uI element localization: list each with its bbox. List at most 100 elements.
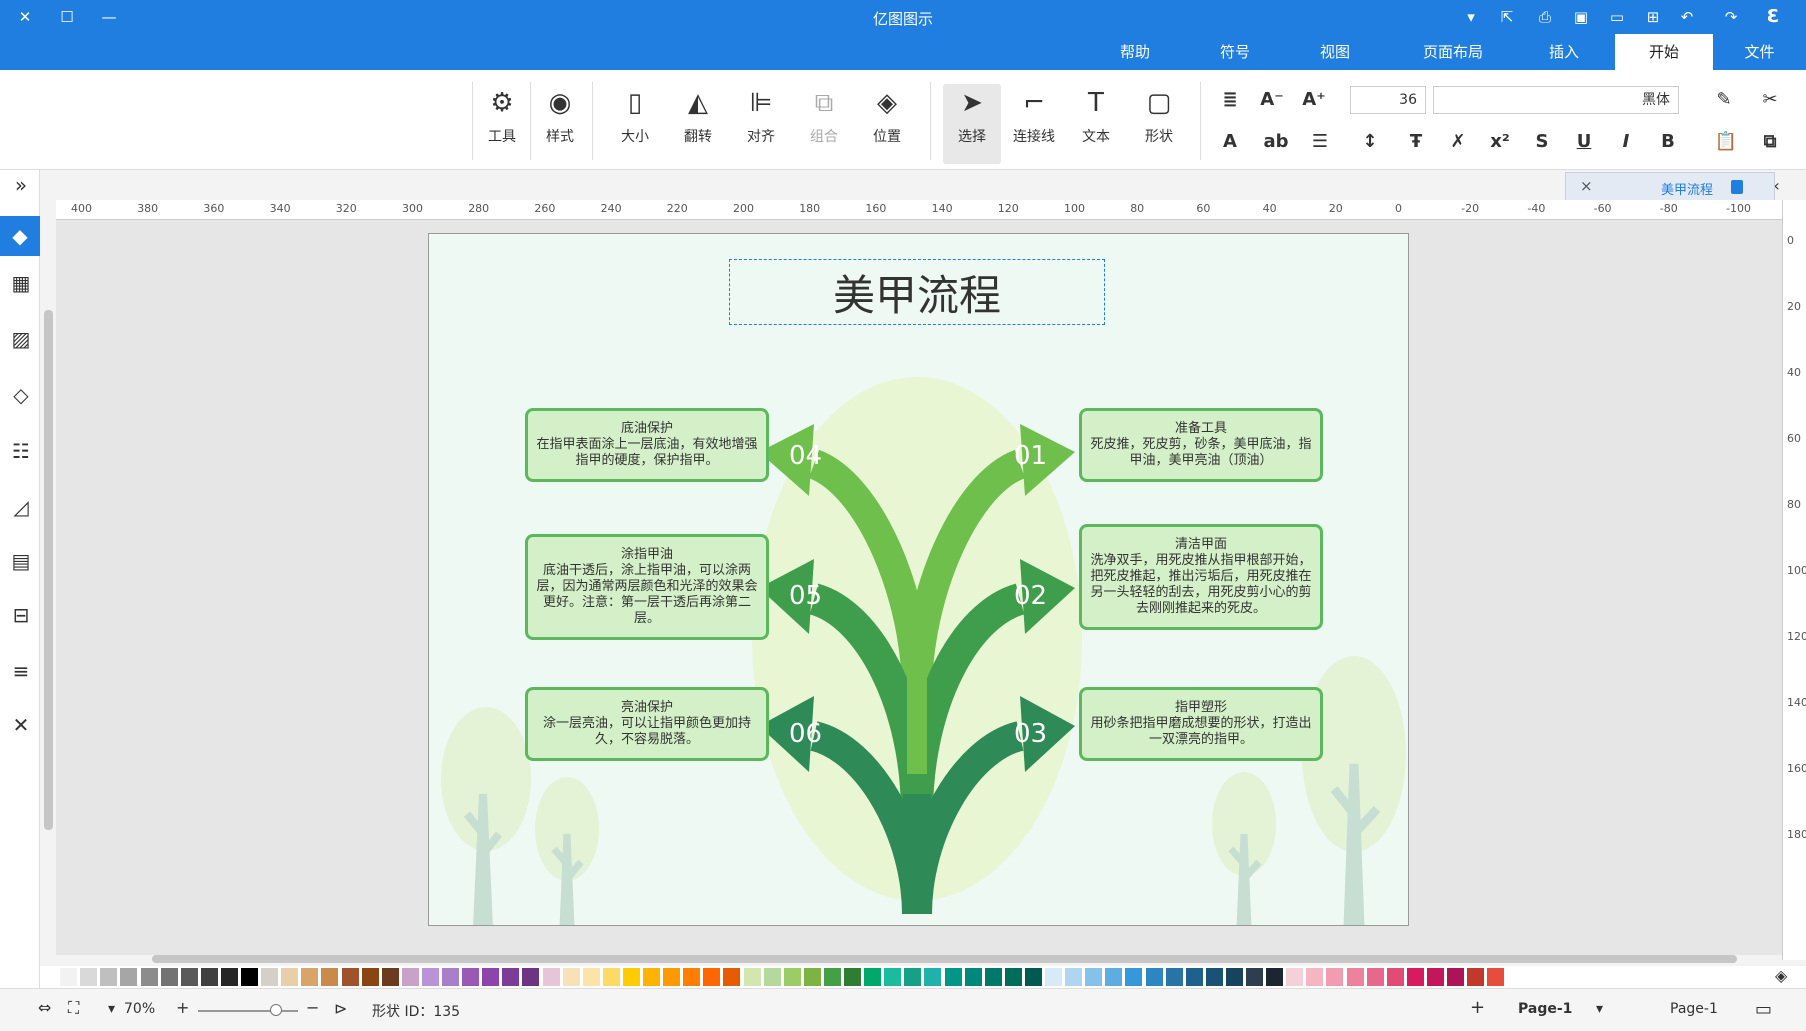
open-icon[interactable]: ▭: [1606, 6, 1628, 28]
table-icon[interactable]: ▤: [8, 548, 34, 574]
zoom-in-icon[interactable]: +: [176, 998, 189, 1017]
chart-icon[interactable]: ◿: [8, 494, 34, 520]
tab-insert[interactable]: 插入: [1515, 34, 1613, 70]
style-tool[interactable]: ◉ 样式: [531, 84, 589, 164]
color-swatch[interactable]: [1145, 968, 1163, 986]
step-box-03[interactable]: 指甲塑形 用砂条把指甲磨成想要的形状，打造出一双漂亮的指甲。: [1079, 687, 1323, 761]
shrink-font-icon[interactable]: A⁻: [1258, 86, 1286, 114]
connector-icon[interactable]: ✕: [8, 712, 34, 738]
color-swatch[interactable]: [703, 968, 721, 986]
color-swatch[interactable]: [261, 968, 279, 986]
text-tool[interactable]: T 文本: [1067, 84, 1125, 164]
color-swatch[interactable]: [1024, 968, 1042, 986]
color-swatch[interactable]: [602, 968, 620, 986]
color-swatch[interactable]: [663, 968, 681, 986]
expand-panel-icon[interactable]: »: [8, 172, 34, 198]
color-swatch[interactable]: [321, 968, 339, 986]
color-swatch[interactable]: [1165, 968, 1183, 986]
color-swatch[interactable]: [241, 968, 258, 986]
color-swatch[interactable]: [160, 968, 178, 986]
color-swatch[interactable]: [1286, 968, 1304, 986]
export-icon[interactable]: ⇱: [1496, 6, 1518, 28]
zoom-slider-handle[interactable]: [270, 1004, 282, 1016]
underline-icon[interactable]: U: [1570, 128, 1598, 156]
color-swatch[interactable]: [1205, 968, 1223, 986]
tab-view[interactable]: 视图: [1290, 34, 1380, 70]
color-swatch[interactable]: [964, 968, 982, 986]
font-family-select[interactable]: 黑体: [1433, 86, 1679, 114]
color-swatch[interactable]: [140, 968, 158, 986]
play-icon[interactable]: ⊳: [334, 999, 347, 1018]
color-swatch[interactable]: [904, 968, 922, 986]
color-swatch[interactable]: [361, 968, 379, 986]
superscript-icon[interactable]: x²: [1486, 128, 1514, 156]
color-swatch[interactable]: [1004, 968, 1022, 986]
new-icon[interactable]: ⊞: [1642, 6, 1664, 28]
fit-width-icon[interactable]: ⇔: [38, 998, 51, 1017]
color-swatch[interactable]: [562, 968, 580, 986]
format-icon[interactable]: ≡: [8, 658, 34, 684]
color-swatch[interactable]: [1406, 968, 1424, 986]
color-swatch[interactable]: [924, 968, 942, 986]
tree-icon[interactable]: ⊟: [8, 602, 34, 628]
copy-icon[interactable]: ⧉: [1756, 128, 1784, 156]
color-swatch[interactable]: [1185, 968, 1203, 986]
zoom-level[interactable]: 70%: [124, 1001, 155, 1017]
color-swatch[interactable]: [421, 968, 439, 986]
color-swatch[interactable]: [1326, 968, 1344, 986]
grid-icon[interactable]: ▦: [8, 270, 34, 296]
color-swatch[interactable]: [522, 968, 540, 986]
font-size-select[interactable]: 36: [1350, 86, 1426, 114]
size-tool[interactable]: ▯ 大小: [606, 84, 664, 164]
document-tab[interactable]: 美甲流程 ×: [1565, 172, 1775, 202]
page-dropdown-icon[interactable]: ▾: [1596, 1001, 1603, 1017]
dropdown-icon[interactable]: ▾: [1460, 6, 1482, 28]
zoom-slider[interactable]: [198, 1010, 298, 1012]
tab-page-layout[interactable]: 页面布局: [1398, 34, 1508, 70]
undo-icon[interactable]: ↶: [1676, 6, 1698, 28]
redo-icon[interactable]: ↷: [1720, 6, 1742, 28]
flip-tool[interactable]: ◭ 翻转: [669, 84, 727, 164]
color-swatch[interactable]: [1306, 968, 1324, 986]
color-swatch[interactable]: [1266, 968, 1284, 986]
tools-tool[interactable]: ⚙ 工具: [473, 84, 531, 164]
zoom-out-icon[interactable]: −: [306, 998, 319, 1017]
format-painter-icon[interactable]: ✎: [1710, 86, 1738, 114]
color-swatch[interactable]: [281, 968, 299, 986]
color-swatch[interactable]: [723, 968, 741, 986]
fill-icon[interactable]: ◆: [0, 216, 40, 256]
color-swatch[interactable]: [542, 968, 560, 986]
color-swatch[interactable]: [100, 968, 118, 986]
color-swatch[interactable]: [1085, 968, 1103, 986]
align-text-icon[interactable]: ≣: [1216, 86, 1244, 114]
color-swatch[interactable]: [381, 968, 399, 986]
zoom-dropdown-icon[interactable]: ▾: [108, 1001, 115, 1017]
shape-tool[interactable]: ▢ 形状: [1130, 84, 1188, 164]
color-swatch[interactable]: [442, 968, 459, 986]
align-tool[interactable]: ⊫ 对齐: [732, 84, 790, 164]
horizontal-scrollbar[interactable]: [152, 955, 1737, 963]
color-swatch[interactable]: [341, 968, 359, 986]
tab-home[interactable]: 开始: [1615, 34, 1713, 70]
highlight-icon[interactable]: ab: [1262, 128, 1290, 156]
color-swatch[interactable]: [1045, 968, 1062, 986]
color-swatch[interactable]: [120, 968, 138, 986]
color-swatch[interactable]: [643, 968, 660, 986]
color-swatch[interactable]: [1225, 968, 1243, 986]
paste-icon[interactable]: 📋: [1712, 128, 1740, 156]
step-box-01[interactable]: 准备工具 死皮推，死皮剪，砂条，美甲底油，指甲油，美甲亮油（顶油）: [1079, 408, 1323, 482]
step-box-06[interactable]: 亮油保护 涂一层亮油，可以让指甲颜色更加持久，不容易脱落。: [525, 687, 769, 761]
maximize-icon[interactable]: ☐: [56, 6, 78, 28]
color-swatch[interactable]: [884, 968, 902, 986]
color-swatch[interactable]: [783, 968, 801, 986]
tab-symbols[interactable]: 符号: [1190, 34, 1280, 70]
panel-toggle-icon[interactable]: ▭: [1755, 999, 1772, 1020]
clear-format-icon[interactable]: ✗: [1444, 128, 1472, 156]
color-swatch[interactable]: [763, 968, 781, 986]
color-swatch[interactable]: [944, 968, 962, 986]
color-swatch[interactable]: [582, 968, 600, 986]
minimize-icon[interactable]: —: [98, 6, 120, 28]
color-swatch[interactable]: [60, 968, 78, 986]
color-swatch[interactable]: [1125, 968, 1143, 986]
document-icon[interactable]: ☷: [8, 438, 34, 464]
